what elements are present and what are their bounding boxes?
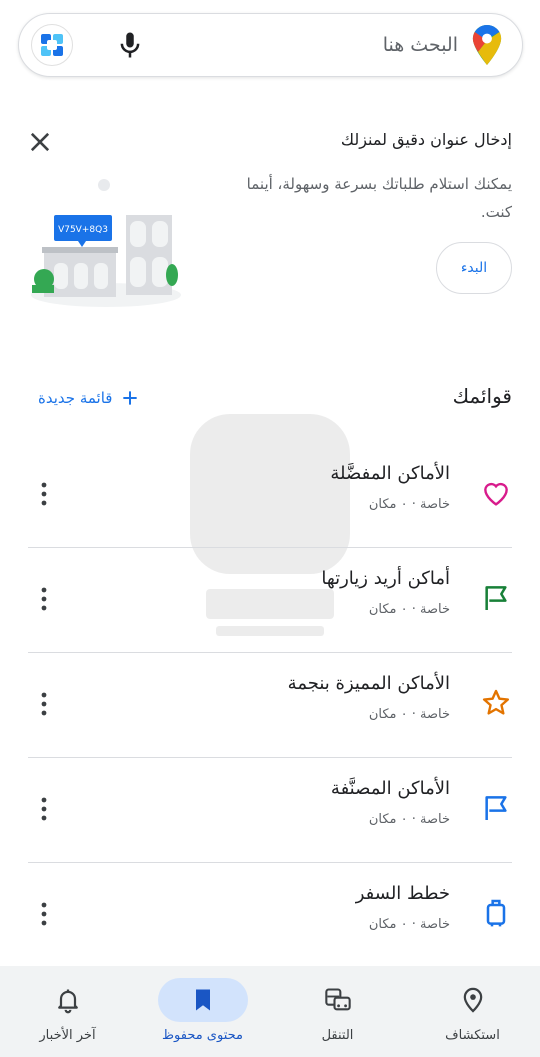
microphone-icon[interactable]	[115, 30, 145, 60]
list-item-title: أماكن أريد زيارتها	[321, 568, 450, 589]
nav-label: آخر الأخبار	[39, 1028, 96, 1043]
bookmark-icon	[195, 989, 210, 1011]
list-item-subtitle: خاصة · ٠ مكان	[368, 602, 450, 617]
star-icon	[482, 689, 510, 715]
list-item-subtitle: خاصة · ٠ مكان	[368, 497, 450, 512]
plus-code-label: V75V+8Q3	[58, 225, 108, 235]
location-pin-icon	[463, 987, 482, 1013]
assistant-button[interactable]	[31, 24, 73, 66]
start-button[interactable]: البدء	[436, 242, 512, 294]
lists-heading: قوائمك	[452, 384, 512, 408]
new-list-label: قائمة جديدة	[38, 389, 113, 407]
more-options-icon[interactable]	[32, 584, 56, 614]
new-list-button[interactable]: قائمة جديدة	[38, 388, 140, 408]
nav-tab-commute[interactable]: التنقل	[270, 966, 405, 1057]
list-item[interactable]: خطط السفر خاصة · ٠ مكان	[28, 863, 512, 968]
more-options-icon[interactable]	[32, 479, 56, 509]
list-item-subtitle: خاصة · ٠ مكان	[368, 917, 450, 932]
label-flag-icon	[485, 796, 507, 820]
bottom-navigation: آخر الأخبار محتوى محفوظ التنقل استكشاف	[0, 966, 540, 1057]
list-item-title: الأماكن المصنَّفة	[330, 778, 450, 799]
list-item[interactable]: أماكن أريد زيارتها خاصة · ٠ مكان	[28, 548, 512, 653]
search-input[interactable]: البحث هنا	[145, 34, 458, 56]
commute-icon	[324, 988, 351, 1011]
list-item-title: خطط السفر	[355, 883, 450, 904]
list-item-title: الأماكن المفضَّلة	[330, 463, 450, 484]
nav-label: التنقل	[321, 1028, 354, 1043]
nav-pill	[428, 978, 518, 1022]
flag-icon	[485, 586, 507, 610]
nav-tab-saved[interactable]: محتوى محفوظ	[135, 966, 270, 1057]
list-item[interactable]: الأماكن المفضَّلة خاصة · ٠ مكان	[28, 443, 512, 548]
bell-icon	[57, 989, 78, 1014]
address-prompt-title: إدخال عنوان دقيق لمنزلك	[340, 130, 512, 149]
heart-icon	[484, 482, 508, 506]
nav-label: استكشاف	[445, 1028, 500, 1043]
search-bar[interactable]: البحث هنا	[18, 13, 523, 77]
nav-pill	[157, 978, 248, 1022]
close-icon[interactable]	[26, 128, 54, 156]
list-item-subtitle: خاصة · ٠ مكان	[368, 812, 450, 827]
assistant-icon	[41, 34, 63, 56]
more-options-icon[interactable]	[32, 794, 56, 824]
plus-icon	[123, 391, 138, 405]
nav-label: محتوى محفوظ	[162, 1028, 243, 1043]
nav-tab-explore[interactable]: استكشاف	[405, 966, 540, 1057]
list-item[interactable]: الأماكن المميزة بنجمة خاصة · ٠ مكان	[28, 653, 512, 758]
more-options-icon[interactable]	[32, 899, 56, 929]
list-item-title: الأماكن المميزة بنجمة	[287, 673, 450, 694]
nav-pill	[23, 978, 113, 1022]
nav-pill	[293, 978, 383, 1022]
more-options-icon[interactable]	[32, 689, 56, 719]
list-item-subtitle: خاصة · ٠ مكان	[368, 707, 450, 722]
google-maps-logo-icon	[472, 25, 502, 65]
home-address-illustration: V75V+8Q3	[31, 179, 181, 307]
luggage-icon	[486, 899, 506, 927]
nav-tab-updates[interactable]: آخر الأخبار	[0, 966, 135, 1057]
list-item[interactable]: الأماكن المصنَّفة خاصة · ٠ مكان	[28, 758, 512, 863]
address-prompt-description: يمكنك استلام طلباتك بسرعة وسهولة، أينما …	[246, 175, 512, 221]
